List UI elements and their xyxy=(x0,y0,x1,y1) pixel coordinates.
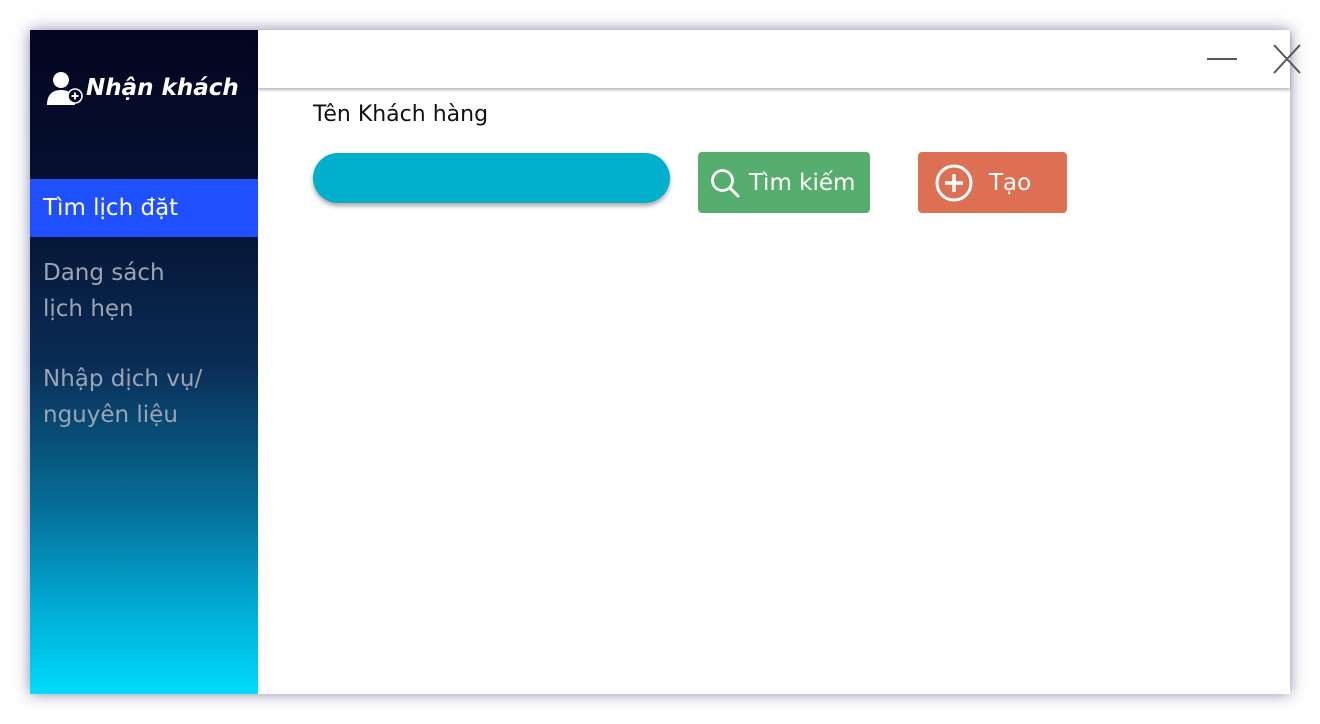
sidebar-item-find-booking[interactable]: Tìm lịch đặt xyxy=(30,179,258,237)
close-button[interactable] xyxy=(1269,42,1305,76)
app-window: Nhận khách Tìm lịch đặt Dang sách lịch h… xyxy=(30,30,1301,694)
search-icon xyxy=(711,168,740,197)
create-button[interactable]: Tạo xyxy=(918,152,1067,213)
close-icon xyxy=(1273,44,1301,74)
sidebar-item-label: nguyên liệu xyxy=(43,402,178,428)
search-button[interactable]: Tìm kiếm xyxy=(698,152,870,213)
brand: Nhận khách xyxy=(44,68,239,108)
app-title: Nhận khách xyxy=(86,75,239,101)
sidebar-item-appointment-list[interactable]: Dang sách lịch hẹn xyxy=(30,255,258,327)
sidebar-item-label: Nhập dịch vụ/ xyxy=(43,366,203,392)
title-bar xyxy=(258,30,1301,88)
sidebar-item-label: Dang sách xyxy=(43,260,165,286)
create-button-label: Tạo xyxy=(989,169,1032,196)
search-button-label: Tìm kiếm xyxy=(749,169,856,196)
sidebar-item-label: lịch hẹn xyxy=(43,296,134,322)
add-user-icon xyxy=(47,72,83,105)
minimize-icon xyxy=(1207,58,1237,60)
sidebar: Nhận khách Tìm lịch đặt Dang sách lịch h… xyxy=(30,30,258,694)
sidebar-item-label: Tìm lịch đặt xyxy=(43,195,179,221)
minimize-button[interactable] xyxy=(1204,42,1240,76)
add-circle-icon xyxy=(935,164,973,201)
sidebar-item-import-services[interactable]: Nhập dịch vụ/ nguyên liệu xyxy=(30,361,258,433)
customer-name-input[interactable] xyxy=(313,153,670,203)
customer-name-label: Tên Khách hàng xyxy=(313,102,489,127)
